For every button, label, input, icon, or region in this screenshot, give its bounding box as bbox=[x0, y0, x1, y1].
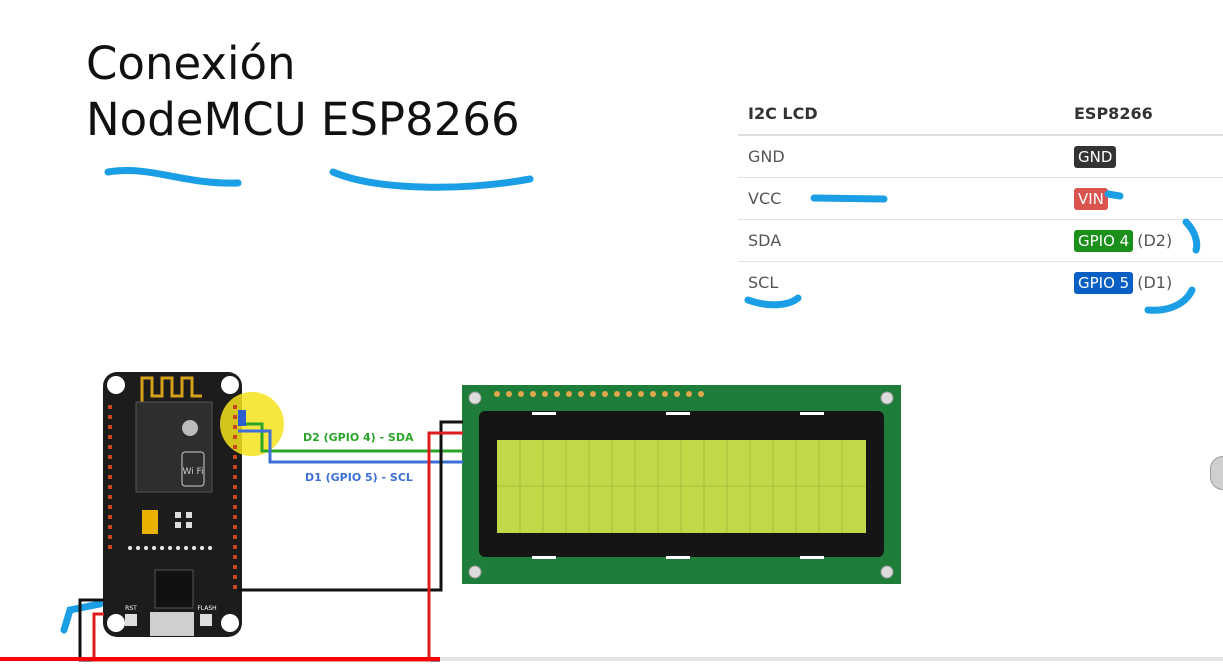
marker-vcc bbox=[810, 194, 888, 203]
scl-wire-label: D1 (GPIO 5) - SCL bbox=[305, 471, 413, 484]
wifi-logo: Wi Fi bbox=[182, 467, 203, 477]
lcd-module bbox=[462, 385, 901, 584]
marker-d2 bbox=[1182, 218, 1201, 254]
video-progress-bar[interactable] bbox=[0, 657, 1223, 661]
flash-label: FLASH bbox=[197, 605, 216, 612]
marker-vin bbox=[1104, 190, 1124, 200]
wiring-diagram: Wi Fi RST FLASH D2 (GPIO 4) - SDA D1 (GP… bbox=[60, 167, 1201, 662]
marker-d1 bbox=[1144, 286, 1196, 314]
marker-scl bbox=[744, 294, 802, 309]
sda-wire-label: D2 (GPIO 4) - SDA bbox=[303, 431, 414, 444]
side-control-button[interactable] bbox=[1210, 456, 1223, 490]
video-progress-fill bbox=[0, 657, 441, 661]
marker-underline-conexion bbox=[104, 167, 242, 187]
marker-underline-esp8266 bbox=[329, 168, 534, 191]
nodemcu-board: Wi Fi RST FLASH bbox=[103, 372, 284, 637]
rst-label: RST bbox=[125, 605, 137, 612]
wire-vcc-lcd bbox=[427, 431, 463, 660]
